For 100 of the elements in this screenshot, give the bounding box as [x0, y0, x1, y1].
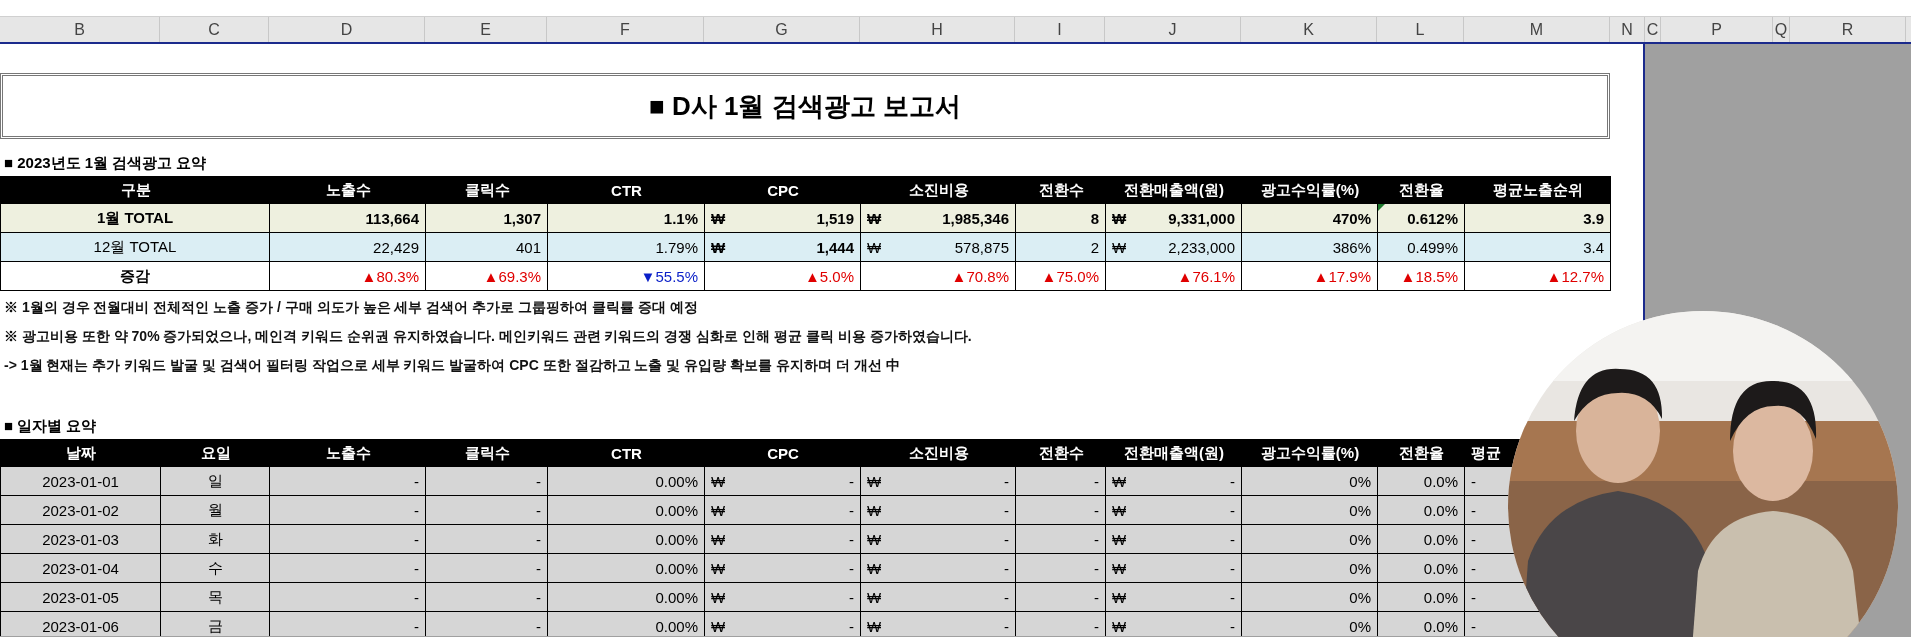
currency-sign: ₩ — [711, 588, 726, 606]
column-heading: 광고수익률(%) — [1242, 176, 1378, 204]
column-header[interactable]: F — [547, 17, 704, 42]
table-cell: 0% — [1242, 612, 1378, 636]
table-cell: 0.00% — [548, 467, 705, 496]
report-title: ■ D사 1월 검색광고 보고서 — [649, 89, 961, 123]
column-heading: 날짜 — [1, 439, 161, 467]
currency-sign: ₩ — [1112, 209, 1127, 227]
note-text: -> 1월 현재는 추가 키워드 발굴 및 검색어 필터링 작업으로 세부 키워드 발굴하여 CPC 또한 절감하고 노출 및 유입량 확보를 유지하며 더 개선 中 — [3, 355, 901, 375]
column-heading: CTR — [548, 439, 705, 467]
table-cell: 1.79% — [548, 233, 705, 262]
table-cell: - — [270, 467, 426, 496]
column-heading: 전환수 — [1016, 439, 1106, 467]
column-header[interactable]: G — [704, 17, 860, 42]
column-heading: 전환수 — [1016, 176, 1106, 204]
column-header[interactable]: J — [1105, 17, 1241, 42]
table-cell: 금 — [161, 612, 270, 636]
table-cell: 0.0% — [1378, 496, 1465, 525]
currency-sign: ₩ — [711, 617, 726, 635]
table-cell: 3.4 — [1465, 233, 1611, 262]
table-cell: 8 — [1016, 204, 1106, 233]
column-header[interactable]: E — [425, 17, 547, 42]
table-cell: 수 — [161, 554, 270, 583]
table-cell: 2023-01-02 — [1, 496, 161, 525]
currency-sign: ₩ — [1112, 530, 1127, 548]
cell-value: - — [1230, 588, 1235, 606]
cell-value: - — [1230, 617, 1235, 635]
cell-value: - — [849, 588, 854, 606]
currency-sign: ₩ — [1112, 617, 1127, 635]
table-cell: 0% — [1242, 525, 1378, 554]
column-header[interactable]: H — [860, 17, 1015, 42]
table-cell: 0.00% — [548, 583, 705, 612]
currency-sign: ₩ — [1112, 238, 1127, 256]
column-header[interactable]: I — [1015, 17, 1105, 42]
table-cell: - — [1016, 554, 1106, 583]
column-header[interactable]: L — [1377, 17, 1464, 42]
column-heading: 구분 — [1, 176, 270, 204]
column-heading: 요일 — [161, 439, 270, 467]
table-cell: 0.0% — [1378, 612, 1465, 636]
currency-sign: ₩ — [1112, 588, 1127, 606]
currency-sign: ₩ — [711, 530, 726, 548]
cell-value: - — [1004, 530, 1009, 548]
table-cell: - — [426, 467, 548, 496]
table-cell: ▲76.1% — [1106, 262, 1242, 291]
table-cell: - — [270, 612, 426, 636]
currency-sign: ₩ — [711, 559, 726, 577]
table-cell: ▲75.0% — [1016, 262, 1106, 291]
table-cell: 0.0% — [1378, 525, 1465, 554]
cell-value: - — [1004, 588, 1009, 606]
column-header[interactable]: Q — [1773, 17, 1790, 42]
column-header[interactable]: P — [1661, 17, 1773, 42]
column-header[interactable]: C — [160, 17, 269, 42]
cell-value: - — [1230, 472, 1235, 490]
table-cell: - — [1016, 525, 1106, 554]
column-heading: 클릭수 — [426, 439, 548, 467]
section-title: ■ 일자별 요약 — [4, 416, 97, 436]
table-cell: 0.0% — [1378, 583, 1465, 612]
cell-value: 2,233,000 — [1168, 238, 1235, 256]
table-cell: 0.00% — [548, 496, 705, 525]
column-header[interactable]: B — [0, 17, 160, 42]
column-header[interactable]: R — [1790, 17, 1906, 42]
cell-value: - — [849, 501, 854, 519]
column-heading: 소진비용 — [861, 439, 1016, 467]
currency-sign: ₩ — [867, 559, 882, 577]
column-header[interactable]: C — [1645, 17, 1661, 42]
cell-value: - — [849, 617, 854, 635]
table-cell: 0% — [1242, 583, 1378, 612]
table-cell: 12월 TOTAL — [1, 233, 270, 262]
table-cell: ▲12.7% — [1465, 262, 1611, 291]
cell-value: - — [849, 559, 854, 577]
cell-value: - — [1004, 472, 1009, 490]
table-cell: 0.612% — [1378, 204, 1465, 233]
column-heading: 클릭수 — [426, 176, 548, 204]
currency-sign: ₩ — [867, 209, 882, 227]
table-cell: - — [1016, 612, 1106, 636]
table-cell: - — [426, 612, 548, 636]
table-cell: 1,307 — [426, 204, 548, 233]
column-header[interactable]: M — [1464, 17, 1610, 42]
table-cell: - — [270, 583, 426, 612]
cell-value: 1,519 — [816, 209, 854, 227]
column-header[interactable]: N — [1610, 17, 1645, 42]
column-heading: 소진비용 — [861, 176, 1016, 204]
table-cell: 0.00% — [548, 525, 705, 554]
currency-sign: ₩ — [867, 472, 882, 490]
table-cell: - — [426, 554, 548, 583]
table-cell: 0% — [1242, 554, 1378, 583]
currency-sign: ₩ — [867, 588, 882, 606]
table-cell: ▲70.8% — [861, 262, 1016, 291]
table-cell: 2023-01-06 — [1, 612, 161, 636]
cell-value: - — [849, 530, 854, 548]
table-cell: 0% — [1242, 467, 1378, 496]
column-header[interactable]: D — [269, 17, 425, 42]
currency-sign: ₩ — [867, 238, 882, 256]
column-header[interactable]: K — [1241, 17, 1377, 42]
currency-sign: ₩ — [711, 209, 726, 227]
table-cell: 2023-01-03 — [1, 525, 161, 554]
column-heading: 광고수익률(%) — [1242, 439, 1378, 467]
table-cell: 2023-01-01 — [1, 467, 161, 496]
table-cell: 0% — [1242, 496, 1378, 525]
table-cell: 2023-01-04 — [1, 554, 161, 583]
